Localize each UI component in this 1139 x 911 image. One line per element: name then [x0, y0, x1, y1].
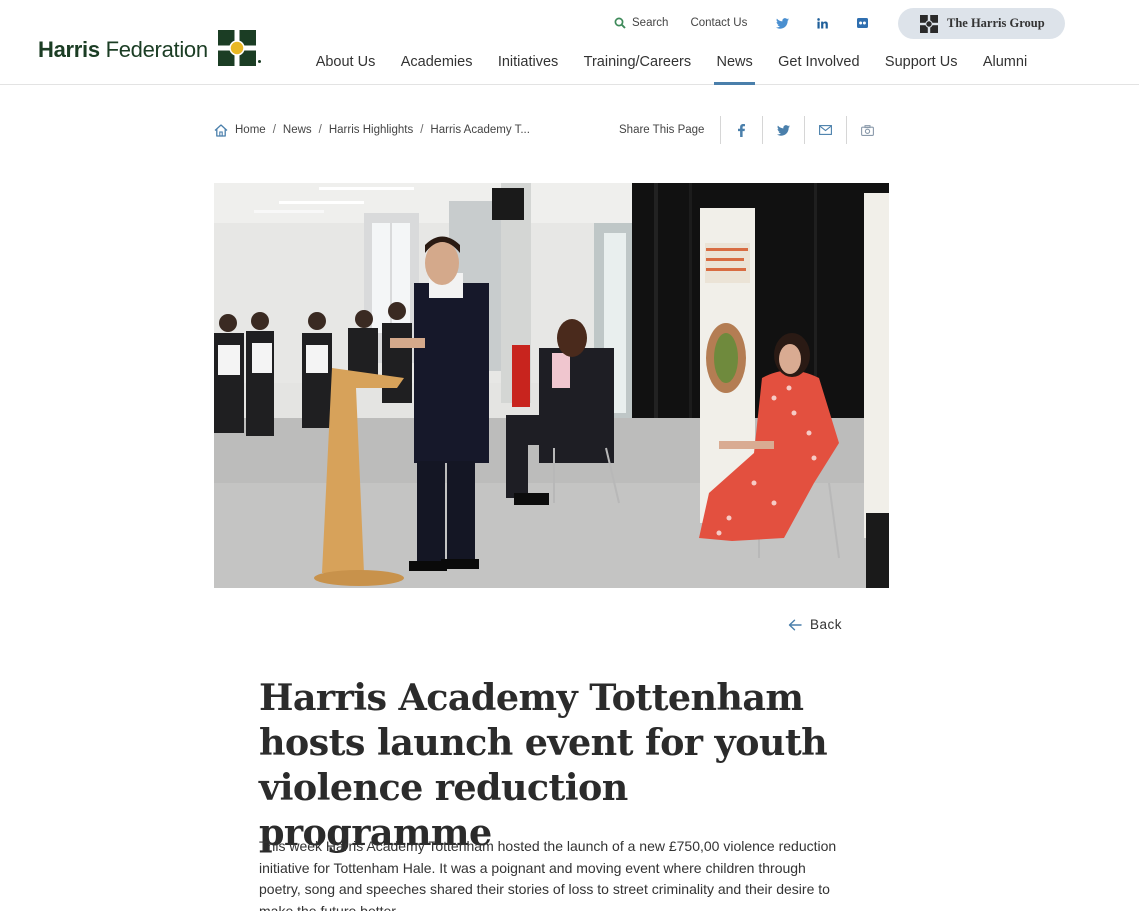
nav-item-about-us[interactable]: About Us [303, 44, 388, 85]
search-label: Search [632, 17, 669, 29]
article-hero-photo [214, 183, 889, 588]
breadcrumb-separator: / [318, 124, 322, 136]
email-icon [819, 125, 833, 135]
harris-group-logo-icon [920, 14, 938, 33]
share-bar: Share This Page [619, 116, 888, 144]
nav-item-news[interactable]: News [704, 44, 766, 85]
breadcrumb-harris-highlights[interactable]: Harris Highlights [329, 124, 413, 136]
nav-item-initiatives[interactable]: Initiatives [485, 44, 571, 85]
logo-dot [258, 60, 261, 63]
nav-item-academies[interactable]: Academies [388, 44, 485, 85]
flickr-icon[interactable] [855, 16, 869, 30]
article-body: This week Harris Academy Tottenham hoste… [259, 838, 837, 911]
breadcrumb-news[interactable]: News [283, 124, 312, 136]
utility-bar: Search Contact Us [614, 8, 895, 38]
site-header: Harris Federation Search Contact Us The … [0, 0, 1139, 85]
back-label: Back [810, 617, 843, 632]
arrow-left-icon [788, 619, 802, 630]
facebook-icon [738, 123, 746, 137]
back-button[interactable]: Back [788, 617, 842, 632]
breadcrumb: Home / News / Harris Highlights / Harris… [214, 118, 530, 142]
nav-item-training-careers[interactable]: Training/Careers [571, 44, 704, 85]
breadcrumb-home[interactable]: Home [214, 123, 266, 137]
harris-group-button[interactable]: The Harris Group [898, 8, 1065, 39]
twitter-icon[interactable] [775, 16, 789, 30]
search-icon [614, 17, 626, 29]
main-navigation: About Us Academies Initiatives Training/… [303, 44, 1040, 85]
contact-us-link[interactable]: Contact Us [690, 17, 747, 29]
share-screenshot-button[interactable] [846, 116, 888, 144]
harris-federation-logo[interactable]: Harris Federation [38, 30, 261, 70]
logo-wordmark: Harris Federation [38, 37, 208, 62]
home-icon [214, 123, 228, 137]
linkedin-icon[interactable] [815, 16, 829, 30]
harris-group-label: The Harris Group [947, 16, 1045, 30]
share-twitter-button[interactable] [762, 116, 804, 144]
share-email-button[interactable] [804, 116, 846, 144]
camera-icon [861, 124, 875, 136]
share-label: Share This Page [619, 124, 705, 136]
share-facebook-button[interactable] [720, 116, 762, 144]
breadcrumb-separator: / [420, 124, 424, 136]
nav-item-support-us[interactable]: Support Us [872, 44, 970, 85]
twitter-icon [777, 124, 791, 136]
article-title: Harris Academy Tottenham hosts launch ev… [259, 676, 828, 854]
nav-item-get-involved[interactable]: Get Involved [765, 44, 872, 85]
breadcrumb-separator: / [272, 124, 276, 136]
breadcrumb-current: Harris Academy T... [430, 124, 530, 136]
nav-item-alumni[interactable]: Alumni [970, 44, 1040, 85]
logo-cross-icon [218, 30, 256, 66]
search-link[interactable]: Search [614, 17, 668, 29]
